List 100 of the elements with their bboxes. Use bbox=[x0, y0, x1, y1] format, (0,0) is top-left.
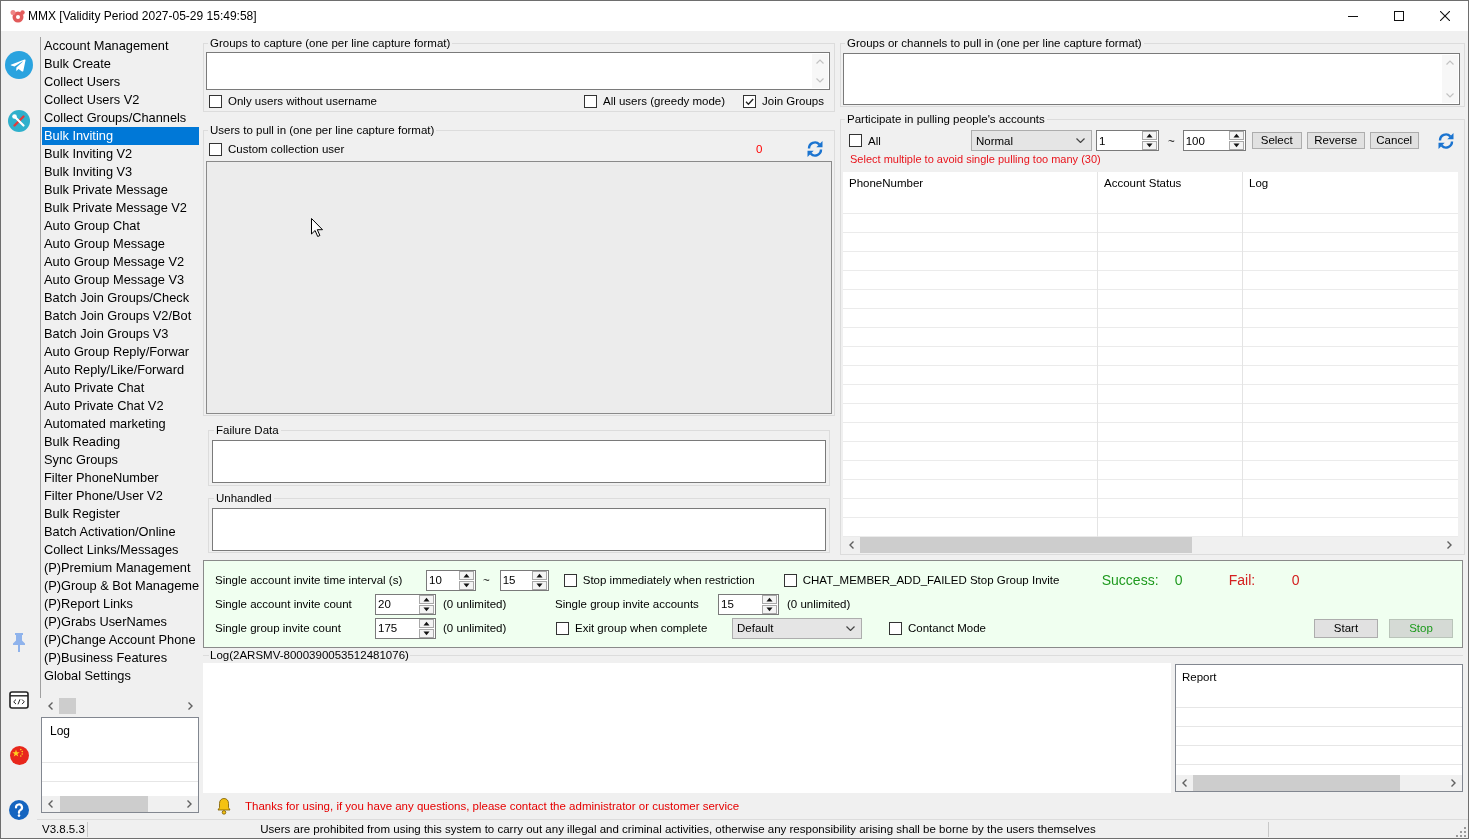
menu-item[interactable]: Bulk Create bbox=[42, 55, 199, 73]
checkbox[interactable] bbox=[209, 142, 222, 156]
right-chevron-icon[interactable] bbox=[1447, 541, 1452, 549]
right-chevron-icon[interactable] bbox=[187, 800, 192, 808]
checkbox-label[interactable]: Custom collection user bbox=[228, 143, 345, 155]
column-header[interactable]: Report bbox=[1176, 665, 1462, 689]
menu-item[interactable]: Bulk Inviting V3 bbox=[42, 163, 199, 181]
checkbox-label[interactable]: All bbox=[868, 134, 881, 147]
menu-item[interactable]: Auto Reply/Like/Forward bbox=[42, 361, 199, 379]
number-spinner[interactable]: 20 bbox=[375, 593, 436, 615]
dropdown[interactable]: Default bbox=[732, 617, 862, 639]
text-area[interactable] bbox=[212, 440, 826, 483]
menu-item[interactable]: Bulk Register bbox=[42, 505, 199, 523]
checkbox-label[interactable]: Only users without username bbox=[228, 95, 377, 107]
menu-item[interactable]: Auto Private Chat bbox=[42, 379, 199, 397]
scroll-thumb[interactable] bbox=[60, 796, 148, 812]
checkbox[interactable] bbox=[563, 573, 577, 587]
column-header[interactable]: PhoneNumber bbox=[843, 172, 1097, 195]
checkbox[interactable] bbox=[783, 573, 797, 587]
menu-item[interactable]: Auto Group Message V2 bbox=[42, 253, 199, 271]
number-spinner[interactable]: 1 bbox=[1096, 130, 1159, 151]
menu-item[interactable]: Sync Groups bbox=[42, 451, 199, 469]
button[interactable]: Reverse bbox=[1306, 132, 1365, 149]
menu-item[interactable]: Collect Users bbox=[42, 73, 199, 91]
menu-item[interactable]: Auto Group Message V3 bbox=[42, 271, 199, 289]
text-area[interactable] bbox=[843, 53, 1460, 105]
text-area[interactable] bbox=[206, 52, 830, 90]
right-chevron-icon[interactable] bbox=[1451, 779, 1456, 787]
checkbox[interactable] bbox=[584, 94, 597, 108]
menu-item[interactable]: (P)Grabs UserNames bbox=[42, 613, 199, 631]
checkbox[interactable] bbox=[849, 134, 862, 147]
menu-item[interactable]: Automated marketing bbox=[42, 415, 199, 433]
refresh-icon[interactable] bbox=[1436, 131, 1455, 150]
right-chevron-icon[interactable] bbox=[188, 702, 193, 710]
scroll-thumb[interactable] bbox=[1193, 775, 1400, 791]
text-area[interactable] bbox=[212, 508, 826, 551]
menu-item[interactable]: Auto Group Reply/Forwar bbox=[42, 343, 199, 361]
help-icon[interactable] bbox=[9, 800, 29, 820]
checkbox-label[interactable]: Contanct Mode bbox=[908, 622, 986, 634]
menu-item[interactable]: (P)Change Account Phone bbox=[42, 631, 199, 649]
menu-item[interactable]: Batch Join Groups/Check bbox=[42, 289, 199, 307]
paper-plane-icon[interactable] bbox=[5, 51, 33, 79]
checkbox-label[interactable]: Stop immediately when restriction bbox=[582, 574, 755, 586]
number-spinner[interactable]: 10 bbox=[426, 569, 476, 591]
menu-item[interactable]: Bulk Inviting V2 bbox=[42, 145, 199, 163]
checkbox[interactable] bbox=[209, 94, 222, 108]
menu-item[interactable]: Collect Users V2 bbox=[42, 91, 199, 109]
menu-item[interactable]: Account Management bbox=[42, 37, 199, 55]
menu-item[interactable]: Global Settings bbox=[42, 667, 199, 685]
menu-item[interactable]: Collect Groups/Channels bbox=[42, 109, 199, 127]
checkbox[interactable] bbox=[556, 621, 569, 635]
start-button[interactable]: Start bbox=[1314, 618, 1378, 638]
left-chevron-icon[interactable] bbox=[849, 541, 854, 549]
menu-item[interactable]: Batch Join Groups V2/Bot bbox=[42, 307, 199, 325]
menu-item[interactable]: Auto Private Chat V2 bbox=[42, 397, 199, 415]
menu-item[interactable]: Batch Activation/Online bbox=[42, 523, 199, 541]
code-window-icon[interactable] bbox=[9, 691, 29, 709]
checkbox[interactable] bbox=[743, 94, 756, 108]
column-header[interactable]: Log bbox=[1243, 172, 1458, 195]
number-spinner[interactable]: 175 bbox=[375, 617, 436, 639]
column-header[interactable]: Log bbox=[42, 718, 198, 744]
round-flag-icon[interactable] bbox=[9, 746, 29, 765]
left-chevron-icon[interactable] bbox=[48, 800, 53, 808]
tools-icon[interactable] bbox=[8, 110, 30, 132]
button[interactable]: Select bbox=[1251, 132, 1302, 149]
scroll-thumb[interactable] bbox=[860, 537, 1192, 553]
menu-item[interactable]: Collect Links/Messages bbox=[42, 541, 199, 559]
left-chevron-icon[interactable] bbox=[1182, 779, 1187, 787]
checkbox-label[interactable]: All users (greedy mode) bbox=[603, 95, 726, 107]
checkbox-label[interactable]: Exit group when complete bbox=[575, 622, 708, 634]
menu-item[interactable]: Bulk Reading bbox=[42, 433, 199, 451]
menu-item[interactable]: Batch Join Groups V3 bbox=[42, 325, 199, 343]
column-header[interactable]: Account Status bbox=[1098, 172, 1242, 195]
chevron-down-icon[interactable] bbox=[846, 625, 855, 631]
menu-item[interactable]: (P)Group & Bot Manageme bbox=[42, 577, 199, 595]
left-chevron-icon[interactable] bbox=[48, 702, 53, 710]
chevron-down-icon[interactable] bbox=[1076, 138, 1085, 143]
menu-item[interactable]: (P)Business Features bbox=[42, 649, 199, 667]
number-spinner[interactable]: 100 bbox=[1182, 130, 1246, 151]
menu-item[interactable]: Auto Group Chat bbox=[42, 217, 199, 235]
menu-item[interactable]: (P)Premium Management bbox=[42, 559, 199, 577]
menu-item[interactable]: Bulk Private Message V2 bbox=[42, 199, 199, 217]
number-spinner[interactable]: 15 bbox=[499, 569, 549, 591]
horizontal-scrollbar[interactable] bbox=[42, 796, 198, 812]
dropdown[interactable]: Normal bbox=[971, 130, 1092, 151]
number-spinner[interactable]: 15 bbox=[718, 593, 779, 615]
menu-item[interactable]: Filter Phone/User V2 bbox=[42, 487, 199, 505]
scroll-thumb[interactable] bbox=[59, 698, 76, 714]
button[interactable]: Cancel bbox=[1369, 132, 1419, 149]
horizontal-scrollbar[interactable] bbox=[1176, 775, 1462, 791]
checkbox[interactable] bbox=[889, 621, 902, 635]
checkbox-label[interactable]: CHAT_MEMBER_ADD_FAILED Stop Group Invite bbox=[802, 574, 1060, 586]
resize-grip-icon[interactable] bbox=[1455, 825, 1466, 837]
menu-item[interactable]: Auto Group Message bbox=[42, 235, 199, 253]
menu-item[interactable]: Bulk Private Message bbox=[42, 181, 199, 199]
refresh-icon[interactable] bbox=[806, 140, 824, 158]
menu-item[interactable]: Bulk Inviting bbox=[42, 127, 199, 145]
checkbox-label[interactable]: Join Groups bbox=[762, 95, 824, 107]
menu-item[interactable]: Filter PhoneNumber bbox=[42, 469, 199, 487]
menu-item[interactable]: (P)Report Links bbox=[42, 595, 199, 613]
